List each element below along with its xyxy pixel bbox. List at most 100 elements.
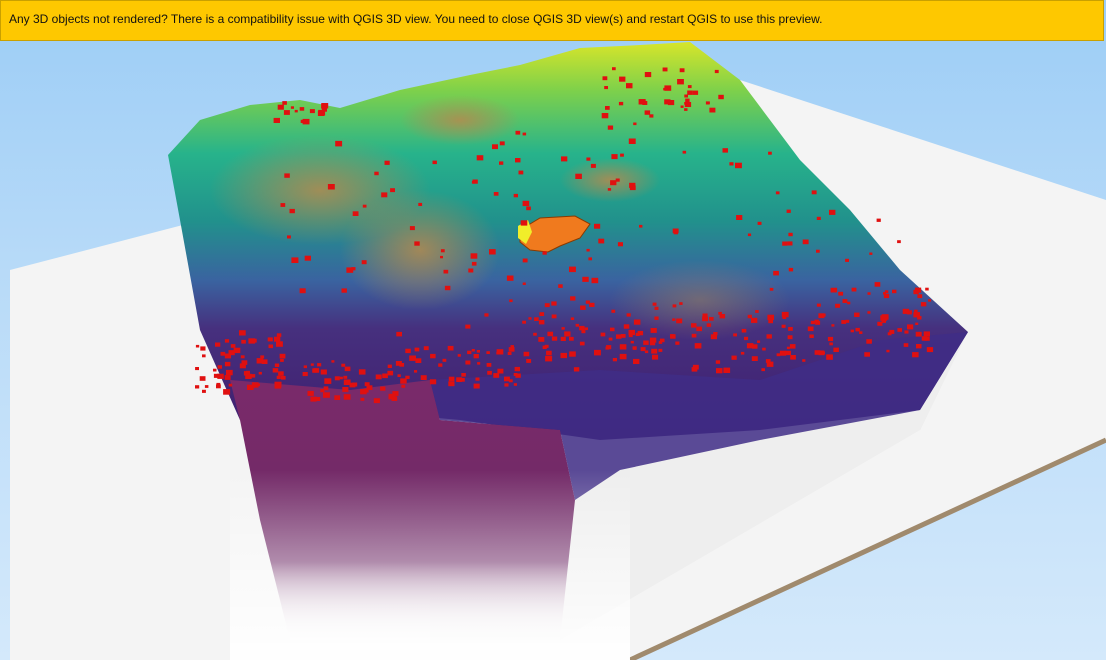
building-marker <box>444 285 451 291</box>
building-marker <box>675 341 680 345</box>
building-marker <box>864 352 870 357</box>
building-marker <box>788 232 793 237</box>
building-marker <box>513 383 517 386</box>
building-marker <box>508 347 515 352</box>
building-marker <box>280 375 286 380</box>
building-marker <box>926 347 934 353</box>
building-marker <box>414 241 420 246</box>
building-marker <box>768 319 773 324</box>
building-marker <box>300 119 305 123</box>
building-marker <box>915 322 919 325</box>
building-marker <box>414 347 420 352</box>
building-marker <box>492 144 498 150</box>
building-marker <box>687 90 693 95</box>
building-marker <box>709 107 716 113</box>
building-marker <box>282 101 287 105</box>
terrain-fade <box>230 470 630 660</box>
building-marker <box>600 332 606 337</box>
building-marker <box>343 379 351 385</box>
building-marker <box>400 378 407 384</box>
building-marker <box>213 368 217 372</box>
building-marker <box>397 374 401 377</box>
building-marker <box>276 341 283 347</box>
building-marker <box>809 334 814 338</box>
building-marker <box>224 361 231 367</box>
building-marker <box>838 291 844 296</box>
building-marker <box>654 316 659 320</box>
building-marker <box>604 86 608 90</box>
building-marker <box>618 101 624 106</box>
building-marker <box>692 90 699 95</box>
3d-preview-viewport[interactable]: Any 3D objects not rendered? There is a … <box>0 0 1106 660</box>
building-marker <box>652 354 659 360</box>
building-marker <box>768 151 772 155</box>
building-marker <box>867 311 871 314</box>
building-marker <box>821 351 825 355</box>
building-marker <box>821 313 826 317</box>
building-marker <box>769 287 774 291</box>
building-marker <box>628 138 636 144</box>
3d-terrain-scene[interactable] <box>0 0 1106 660</box>
building-marker <box>334 395 341 400</box>
building-marker <box>220 351 226 356</box>
building-marker <box>250 374 256 378</box>
building-marker <box>741 328 747 333</box>
building-marker <box>810 320 815 325</box>
building-marker <box>691 367 698 372</box>
building-marker <box>914 309 918 313</box>
building-marker <box>588 257 592 261</box>
building-marker <box>628 334 633 338</box>
building-marker <box>889 329 895 334</box>
building-marker <box>358 369 366 375</box>
building-marker <box>723 367 731 373</box>
building-marker <box>341 288 347 293</box>
building-marker <box>493 373 500 378</box>
building-marker <box>420 375 427 380</box>
building-marker <box>526 359 532 363</box>
building-marker <box>274 363 280 367</box>
building-marker <box>816 249 820 253</box>
building-marker <box>317 110 325 116</box>
building-marker <box>633 319 641 325</box>
building-marker <box>465 324 471 329</box>
building-marker <box>757 340 761 343</box>
building-marker <box>835 303 841 308</box>
building-marker <box>684 102 692 107</box>
building-marker <box>811 190 817 195</box>
building-marker <box>714 69 719 74</box>
building-marker <box>526 206 531 211</box>
building-marker <box>913 289 919 295</box>
building-marker <box>826 354 833 360</box>
building-marker <box>515 373 521 378</box>
building-marker <box>594 349 601 356</box>
building-marker <box>438 363 443 367</box>
building-marker <box>228 383 233 387</box>
building-marker <box>601 113 609 119</box>
building-marker <box>226 369 233 376</box>
building-marker <box>528 317 532 320</box>
building-marker <box>608 337 613 341</box>
building-marker <box>342 387 349 392</box>
building-marker <box>514 366 520 372</box>
building-marker <box>414 370 418 373</box>
building-marker <box>361 260 367 265</box>
building-marker <box>650 328 657 333</box>
building-marker <box>827 336 834 342</box>
building-marker <box>245 373 252 379</box>
building-marker <box>522 200 530 207</box>
building-marker <box>344 366 351 372</box>
building-marker <box>334 376 340 381</box>
building-marker <box>679 302 683 305</box>
building-marker <box>789 344 796 349</box>
building-marker <box>916 344 922 349</box>
building-marker <box>447 345 454 351</box>
building-marker <box>831 287 838 293</box>
building-marker <box>715 360 721 364</box>
building-marker <box>430 353 436 359</box>
building-marker <box>199 376 206 381</box>
building-marker <box>515 158 521 163</box>
building-marker <box>401 384 406 388</box>
building-marker <box>876 218 881 222</box>
building-marker <box>440 249 445 253</box>
building-marker <box>612 358 617 362</box>
